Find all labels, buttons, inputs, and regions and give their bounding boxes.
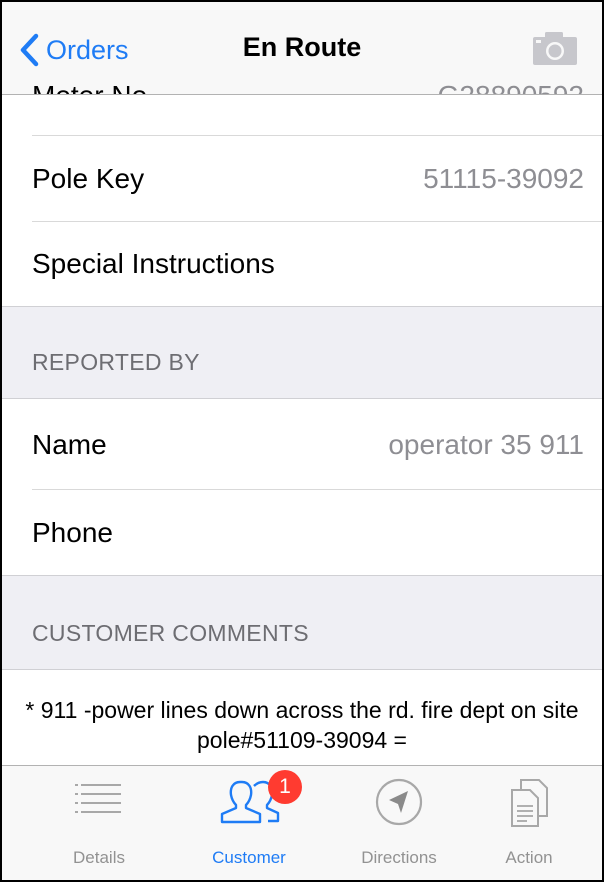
pole-key-value: 51115-39092: [423, 163, 584, 194]
phone-row[interactable]: Phone: [2, 490, 602, 575]
name-value: operator 35 911: [388, 428, 584, 460]
tab-action-label: Action: [505, 848, 553, 867]
navigation-bar: Orders En Route Meter No. G28890592: [2, 2, 602, 95]
special-instructions-label: Special Instructions: [32, 248, 275, 279]
tab-customer-label: Customer: [212, 848, 286, 867]
tab-directions[interactable]: Directions: [324, 766, 474, 880]
section-header-label: CUSTOMER COMMENTS: [32, 620, 309, 646]
notification-badge: 1: [268, 770, 302, 804]
name-label: Name: [32, 428, 107, 460]
meter-number-row: Meter No. G28890592: [32, 76, 584, 94]
tab-action[interactable]: Action: [454, 766, 602, 880]
camera-icon[interactable]: [532, 30, 578, 66]
location-arrow-icon: [375, 778, 423, 826]
pole-key-label: Pole Key: [32, 163, 145, 194]
name-row[interactable]: Name operator 35 911: [2, 399, 602, 490]
tab-bar: Details 1 Customer Directions Action: [2, 765, 602, 880]
customer-comment: * 911 -power lines down across the rd. f…: [2, 670, 602, 780]
pole-key-row[interactable]: Pole Key 51115-39092: [2, 136, 602, 222]
meter-number-value: G28890592: [438, 76, 584, 94]
section-header-label: REPORTED BY: [32, 349, 200, 375]
tab-details-label: Details: [73, 848, 125, 867]
section-header-reported-by: REPORTED BY: [2, 306, 602, 399]
page-title: En Route: [242, 32, 362, 62]
documents-icon: [511, 779, 548, 827]
tab-details[interactable]: Details: [24, 766, 174, 880]
meter-number-label: Meter No.: [32, 76, 155, 94]
order-details-list[interactable]: Pole Key 51115-39092 Special Instruction…: [2, 94, 602, 780]
customer-comment-text: * 911 -power lines down across the rd. f…: [25, 697, 579, 753]
app-screen: Orders En Route Meter No. G28890592 Pole…: [0, 0, 604, 882]
special-instructions-row[interactable]: Special Instructions: [2, 222, 602, 306]
meter-row-remainder: [2, 94, 602, 136]
tab-customer[interactable]: 1 Customer: [174, 766, 324, 880]
tab-directions-label: Directions: [361, 848, 437, 867]
phone-label: Phone: [32, 516, 113, 548]
section-header-customer-comments: CUSTOMER COMMENTS: [2, 575, 602, 670]
list-icon: [75, 784, 121, 813]
